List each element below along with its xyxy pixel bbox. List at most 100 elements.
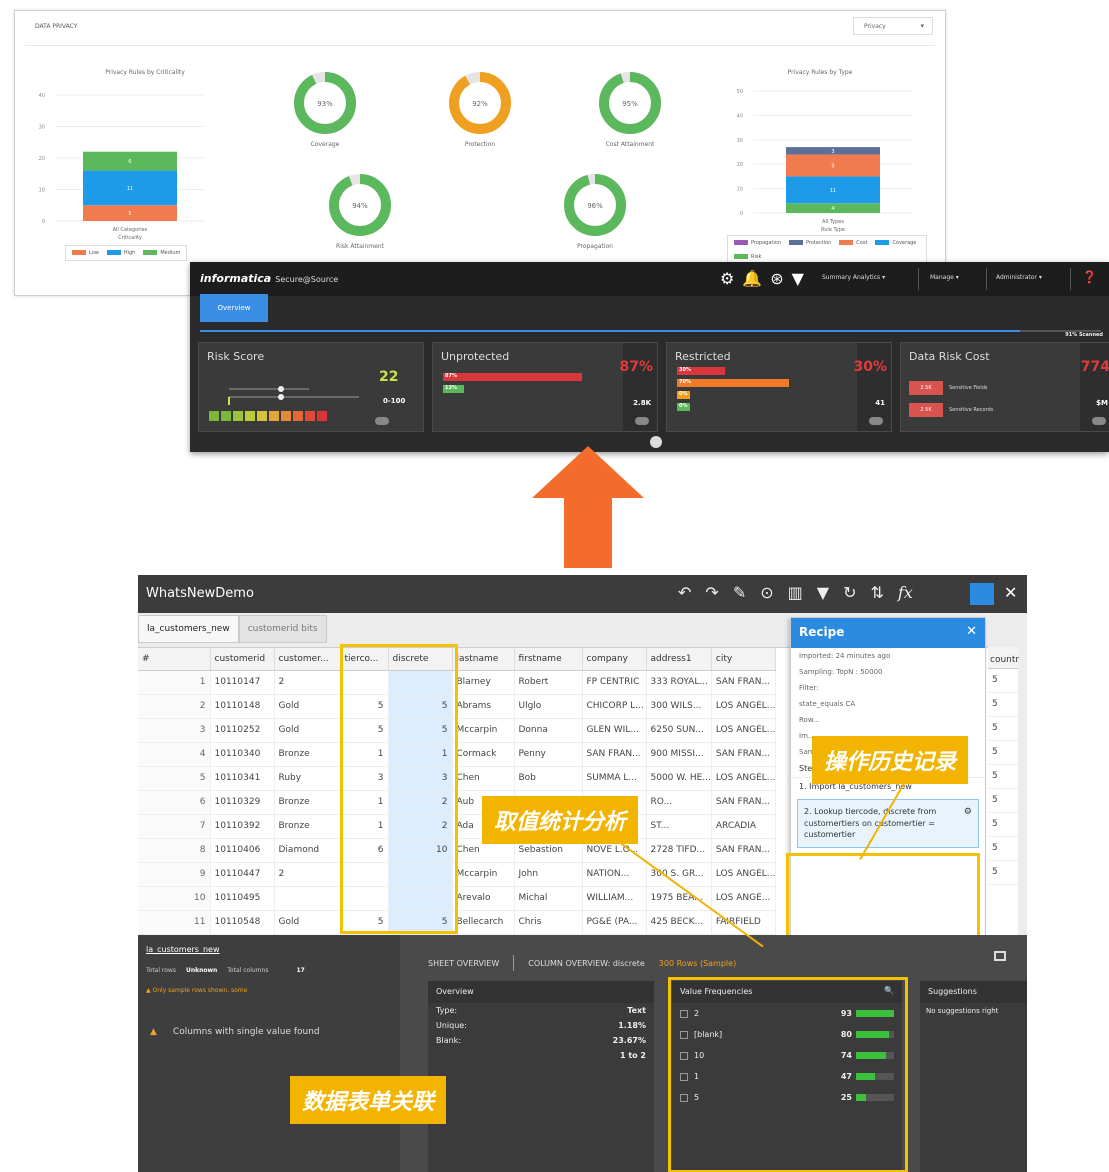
- table-cell[interactable]: Abrams: [452, 694, 515, 719]
- table-cell[interactable]: Mccarpin: [452, 862, 515, 887]
- collapse-toggle-icon[interactable]: [650, 436, 662, 448]
- column-header[interactable]: company: [582, 648, 647, 671]
- table-cell[interactable]: 11: [138, 910, 211, 935]
- table-cell[interactable]: 10: [138, 886, 211, 911]
- tab-sheet-overview[interactable]: SHEET OVERVIEW: [428, 959, 499, 968]
- table-cell[interactable]: PG&E (PA...: [582, 910, 647, 935]
- view-select[interactable]: Privacy ▾: [853, 17, 933, 35]
- table-cell[interactable]: 2728 TIFD...: [646, 838, 712, 863]
- table-cell[interactable]: Donna: [514, 718, 583, 743]
- maximize-icon[interactable]: [994, 951, 1006, 961]
- table-cell[interactable]: Cormack: [452, 742, 515, 767]
- table-cell[interactable]: LOS ANGEL...: [711, 694, 777, 719]
- table-cell[interactable]: 10110447: [210, 862, 275, 887]
- legend-item[interactable]: Medium: [143, 250, 180, 256]
- filter-icon[interactable]: ▼: [792, 269, 804, 288]
- recipe-step-selected[interactable]: 2. Lookup tiercode, discrete from custom…: [797, 799, 979, 848]
- close-icon[interactable]: ✕: [1004, 583, 1017, 602]
- table-cell[interactable]: 1: [138, 670, 211, 695]
- toggle[interactable]: [869, 417, 883, 425]
- table-cell[interactable]: GLEN WIL...: [582, 718, 647, 743]
- table-cell[interactable]: SAN FRAN...: [711, 790, 777, 815]
- table-cell[interactable]: 10110341: [210, 766, 275, 791]
- table-cell[interactable]: 300 S. GR...: [646, 862, 712, 887]
- table-cell[interactable]: 900 MISSI...: [646, 742, 712, 767]
- column-header[interactable]: city: [711, 648, 777, 671]
- table-cell[interactable]: LOS ANGEL...: [711, 718, 777, 743]
- tab-la-customers-new[interactable]: la_customers_new: [138, 615, 239, 643]
- table-cell[interactable]: WILLIAM...: [582, 886, 647, 911]
- table-cell[interactable]: [274, 886, 341, 911]
- table-cell[interactable]: Diamond: [274, 838, 341, 863]
- table-cell[interactable]: Penny: [514, 742, 583, 767]
- table-cell[interactable]: 425 BECK...: [646, 910, 712, 935]
- sort-icon[interactable]: ⇅: [870, 583, 883, 602]
- table-cell[interactable]: Robert: [514, 670, 583, 695]
- recipe-toggle-icon[interactable]: [970, 583, 994, 605]
- donut-risk-attainment[interactable]: 94% Risk Attainment: [315, 173, 405, 250]
- table-cell[interactable]: SAN FRAN...: [711, 838, 777, 863]
- globe-icon[interactable]: ⊛: [770, 269, 783, 288]
- table-cell[interactable]: 5: [988, 813, 1018, 837]
- table-cell[interactable]: Bob: [514, 766, 583, 791]
- toggle[interactable]: [375, 417, 389, 425]
- table-cell[interactable]: John: [514, 862, 583, 887]
- column-header[interactable]: customer...: [274, 648, 341, 671]
- table-cell[interactable]: Mccarpin: [452, 718, 515, 743]
- table-cell[interactable]: RO...: [646, 790, 712, 815]
- card-risk-score[interactable]: Risk Score 22 0-100: [198, 342, 424, 432]
- table-cell[interactable]: 5: [988, 837, 1018, 861]
- help-icon[interactable]: ❓: [1082, 270, 1097, 284]
- column-header[interactable]: #: [138, 648, 211, 671]
- legend-item[interactable]: High: [106, 250, 135, 256]
- table-cell[interactable]: 10110548: [210, 910, 275, 935]
- table-cell[interactable]: Arevalo: [452, 886, 515, 911]
- rows-sample-label[interactable]: 300 Rows (Sample): [659, 959, 736, 968]
- table-cell[interactable]: 2: [138, 694, 211, 719]
- table-cell[interactable]: 7: [138, 814, 211, 839]
- table-cell[interactable]: SUMMA L...: [582, 766, 647, 791]
- table-cell[interactable]: 4: [138, 742, 211, 767]
- redo-icon[interactable]: ↷: [705, 583, 718, 602]
- table-cell[interactable]: Gold: [274, 910, 341, 935]
- toggle[interactable]: [1092, 417, 1106, 425]
- table-cell[interactable]: 10110340: [210, 742, 275, 767]
- column-header[interactable]: address1: [646, 648, 712, 671]
- gear-icon[interactable]: ⚙: [720, 269, 734, 288]
- refresh-icon[interactable]: ↻: [843, 583, 856, 602]
- table-cell[interactable]: 10110148: [210, 694, 275, 719]
- tab-overview[interactable]: Overview: [200, 294, 268, 322]
- table-cell[interactable]: LOS ANGE...: [711, 886, 777, 911]
- table-cell[interactable]: SAN FRAN...: [711, 670, 777, 695]
- legend-item[interactable]: Risk: [734, 254, 761, 260]
- table-cell[interactable]: Bronze: [274, 742, 341, 767]
- table-cell[interactable]: Ruby: [274, 766, 341, 791]
- join-icon[interactable]: ⊙: [760, 583, 773, 602]
- table-cell[interactable]: 5: [988, 669, 1018, 693]
- card-unprotected[interactable]: Unprotected 87% 2.8K 87% 13%: [432, 342, 658, 432]
- table-cell[interactable]: 5: [988, 765, 1018, 789]
- table-cell[interactable]: 10110495: [210, 886, 275, 911]
- undo-icon[interactable]: ↶: [678, 583, 691, 602]
- pencil-icon[interactable]: ✎: [733, 583, 746, 602]
- table-cell[interactable]: 300 WILS...: [646, 694, 712, 719]
- donut-coverage[interactable]: 93% Coverage: [280, 71, 370, 148]
- table-cell[interactable]: 5: [988, 693, 1018, 717]
- table-cell[interactable]: NATION...: [582, 862, 647, 887]
- single-value-warning[interactable]: ▲ Columns with single value found: [150, 1027, 320, 1037]
- columns-icon[interactable]: ▥: [788, 583, 803, 602]
- table-cell[interactable]: Gold: [274, 718, 341, 743]
- table-cell[interactable]: FP CENTRIC: [582, 670, 647, 695]
- legend-item[interactable]: Coverage: [875, 240, 916, 246]
- function-icon[interactable]: fx: [898, 583, 913, 602]
- menu-manage[interactable]: Manage ▾: [930, 274, 959, 281]
- table-cell[interactable]: LOS ANGEL...: [711, 862, 777, 887]
- table-cell[interactable]: LOS ANGEL...: [711, 766, 777, 791]
- table-cell[interactable]: 10110329: [210, 790, 275, 815]
- table-cell[interactable]: Blarney: [452, 670, 515, 695]
- table-cell[interactable]: 2: [274, 862, 341, 887]
- legend-item[interactable]: Low: [72, 250, 99, 256]
- table-cell[interactable]: Gold: [274, 694, 341, 719]
- donut-cost-attainment[interactable]: 95% Cost Attainment: [585, 71, 675, 148]
- table-cell[interactable]: Bronze: [274, 790, 341, 815]
